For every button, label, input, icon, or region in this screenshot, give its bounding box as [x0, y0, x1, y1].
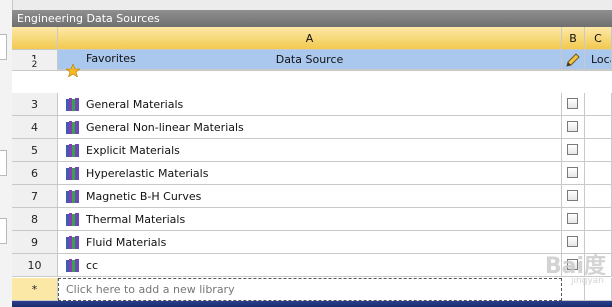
location-cell[interactable] — [585, 208, 612, 231]
library-cell[interactable]: Explicit Materials — [58, 139, 562, 162]
column-header-c[interactable]: C — [585, 27, 612, 50]
dock-tab[interactable] — [0, 34, 7, 60]
corner-cell[interactable] — [12, 27, 58, 50]
table-row[interactable]: 9 Fluid Materials — [12, 231, 612, 254]
row-number[interactable]: 10 — [12, 254, 58, 277]
library-label: General Materials — [86, 98, 184, 111]
row-number[interactable]: 9 — [12, 231, 58, 254]
library-cell[interactable]: Hyperelastic Materials — [58, 162, 562, 185]
row-number[interactable]: 5 — [12, 139, 58, 162]
row-number[interactable]: 7 — [12, 185, 58, 208]
library-label: Explicit Materials — [86, 144, 180, 157]
library-label: cc — [86, 259, 99, 272]
library-label: Hyperelastic Materials — [86, 167, 209, 180]
library-cell[interactable]: Magnetic B-H Curves — [58, 185, 562, 208]
book-library-icon — [66, 190, 79, 203]
dock-tab[interactable] — [0, 150, 7, 176]
library-checkbox-cell[interactable] — [562, 139, 585, 162]
table-row[interactable]: 7 Magnetic B-H Curves — [12, 185, 612, 208]
library-label: Thermal Materials — [86, 213, 186, 226]
column-header-row: A B C — [12, 27, 612, 50]
library-cell[interactable]: General Non-linear Materials — [58, 116, 562, 139]
location-cell[interactable] — [585, 59, 612, 71]
row-number[interactable]: 8 — [12, 208, 58, 231]
book-library-icon — [66, 98, 79, 111]
library-checkbox[interactable] — [567, 236, 578, 247]
row-number[interactable]: 3 — [12, 93, 58, 116]
book-library-icon — [66, 121, 79, 134]
row-number[interactable]: 4 — [12, 116, 58, 139]
library-label: Favorites — [86, 52, 136, 65]
book-library-icon — [66, 236, 79, 249]
library-cell[interactable]: cc — [58, 254, 562, 277]
location-cell[interactable] — [585, 185, 612, 208]
table-row[interactable]: 10 cc — [12, 254, 612, 277]
book-library-icon — [66, 213, 79, 226]
library-checkbox[interactable] — [567, 121, 578, 132]
row-number[interactable]: 2 — [12, 59, 58, 71]
column-header-b[interactable]: B — [562, 27, 585, 50]
bottom-bar — [12, 301, 612, 307]
library-cell[interactable]: Thermal Materials — [58, 208, 562, 231]
table-row[interactable]: 8 Thermal Materials — [12, 208, 612, 231]
book-library-icon — [66, 167, 79, 180]
table-row[interactable]: 5 Explicit Materials — [12, 139, 612, 162]
row-number[interactable]: 6 — [12, 162, 58, 185]
watermark-subtext: jingyan — [571, 276, 604, 286]
library-checkbox-cell[interactable] — [562, 162, 585, 185]
location-cell[interactable] — [585, 162, 612, 185]
table-row[interactable]: 6 Hyperelastic Materials — [12, 162, 612, 185]
library-label: Magnetic B-H Curves — [86, 190, 202, 203]
library-label: Fluid Materials — [86, 236, 167, 249]
dock-tab[interactable] — [0, 218, 7, 244]
add-library-field[interactable]: Click here to add a new library — [58, 278, 562, 301]
location-cell[interactable] — [585, 93, 612, 116]
book-library-icon — [66, 144, 79, 157]
book-library-icon — [66, 259, 79, 272]
star-icon — [66, 64, 80, 77]
library-checkbox-cell[interactable] — [562, 185, 585, 208]
location-cell[interactable] — [585, 116, 612, 139]
new-row-marker: * — [12, 278, 58, 301]
library-checkbox[interactable] — [567, 190, 578, 201]
engineering-data-sources-panel: Engineering Data Sources A B C 1 Data So… — [12, 10, 612, 307]
column-header-a[interactable]: A — [58, 27, 562, 50]
library-checkbox[interactable] — [567, 167, 578, 178]
library-checkbox[interactable] — [567, 144, 578, 155]
library-checkbox-cell[interactable] — [562, 208, 585, 231]
library-label: General Non-linear Materials — [86, 121, 244, 134]
library-checkbox-cell[interactable] — [562, 116, 585, 139]
library-cell[interactable]: Fluid Materials — [58, 231, 562, 254]
location-cell[interactable] — [585, 139, 612, 162]
table-row[interactable]: 3 General Materials — [12, 93, 612, 116]
library-checkbox-cell[interactable] — [562, 93, 585, 116]
library-cell[interactable]: Favorites — [58, 53, 562, 77]
library-checkbox[interactable] — [567, 98, 578, 109]
table-row[interactable]: 4 General Non-linear Materials — [12, 116, 612, 139]
library-cell[interactable]: General Materials — [58, 93, 562, 116]
panel-title: Engineering Data Sources — [12, 10, 612, 27]
library-checkbox-cell[interactable] — [562, 59, 585, 71]
table-row[interactable]: 2 Favorites — [12, 53, 612, 77]
library-checkbox[interactable] — [567, 213, 578, 224]
new-library-row: * Click here to add a new library — [12, 278, 612, 301]
